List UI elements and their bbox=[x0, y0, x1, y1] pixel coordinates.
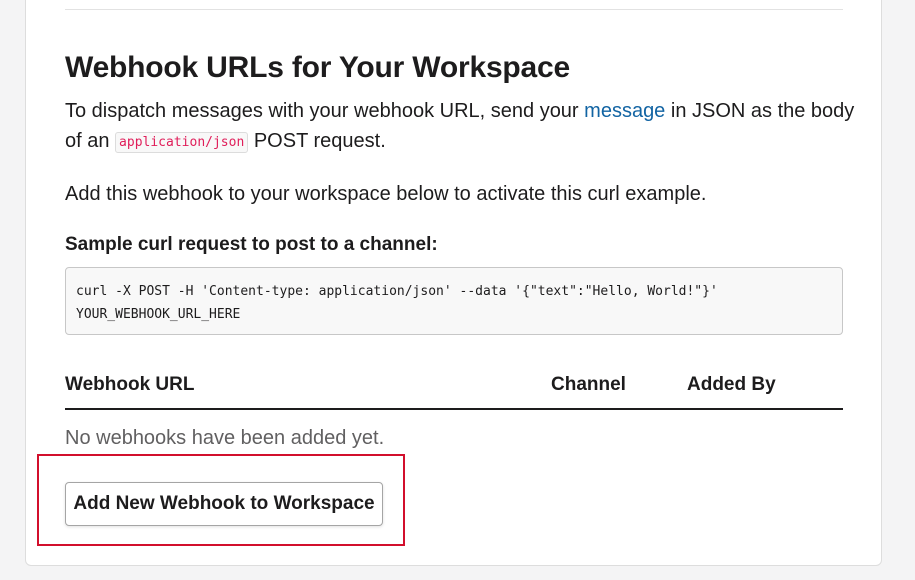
intro-paragraph: To dispatch messages with your webhook U… bbox=[65, 96, 855, 159]
curl-command-line: curl -X POST -H 'Content-type: applicati… bbox=[76, 284, 718, 299]
curl-url-placeholder: YOUR_WEBHOOK_URL_HERE bbox=[76, 307, 241, 322]
empty-table-message: No webhooks have been added yet. bbox=[65, 427, 385, 449]
content-type-code: application/json bbox=[115, 132, 249, 153]
intro-text: To dispatch messages with your webhook U… bbox=[65, 100, 585, 122]
column-header-channel: Channel bbox=[551, 374, 626, 395]
curl-code-block[interactable]: curl -X POST -H 'Content-type: applicati… bbox=[65, 267, 843, 335]
message-link[interactable]: message bbox=[584, 100, 665, 122]
intro-text: POST request. bbox=[248, 130, 386, 152]
column-header-added-by: Added By bbox=[687, 374, 776, 395]
column-header-webhook-url: Webhook URL bbox=[65, 374, 195, 395]
add-new-webhook-button[interactable]: Add New Webhook to Workspace bbox=[65, 482, 383, 526]
section-divider bbox=[65, 9, 843, 10]
activate-instructions: Add this webhook to your workspace below… bbox=[65, 183, 707, 205]
webhook-table-header: Webhook URL Channel Added By bbox=[65, 370, 843, 410]
sample-curl-label: Sample curl request to post to a channel… bbox=[65, 234, 438, 255]
page-title: Webhook URLs for Your Workspace bbox=[65, 51, 571, 84]
